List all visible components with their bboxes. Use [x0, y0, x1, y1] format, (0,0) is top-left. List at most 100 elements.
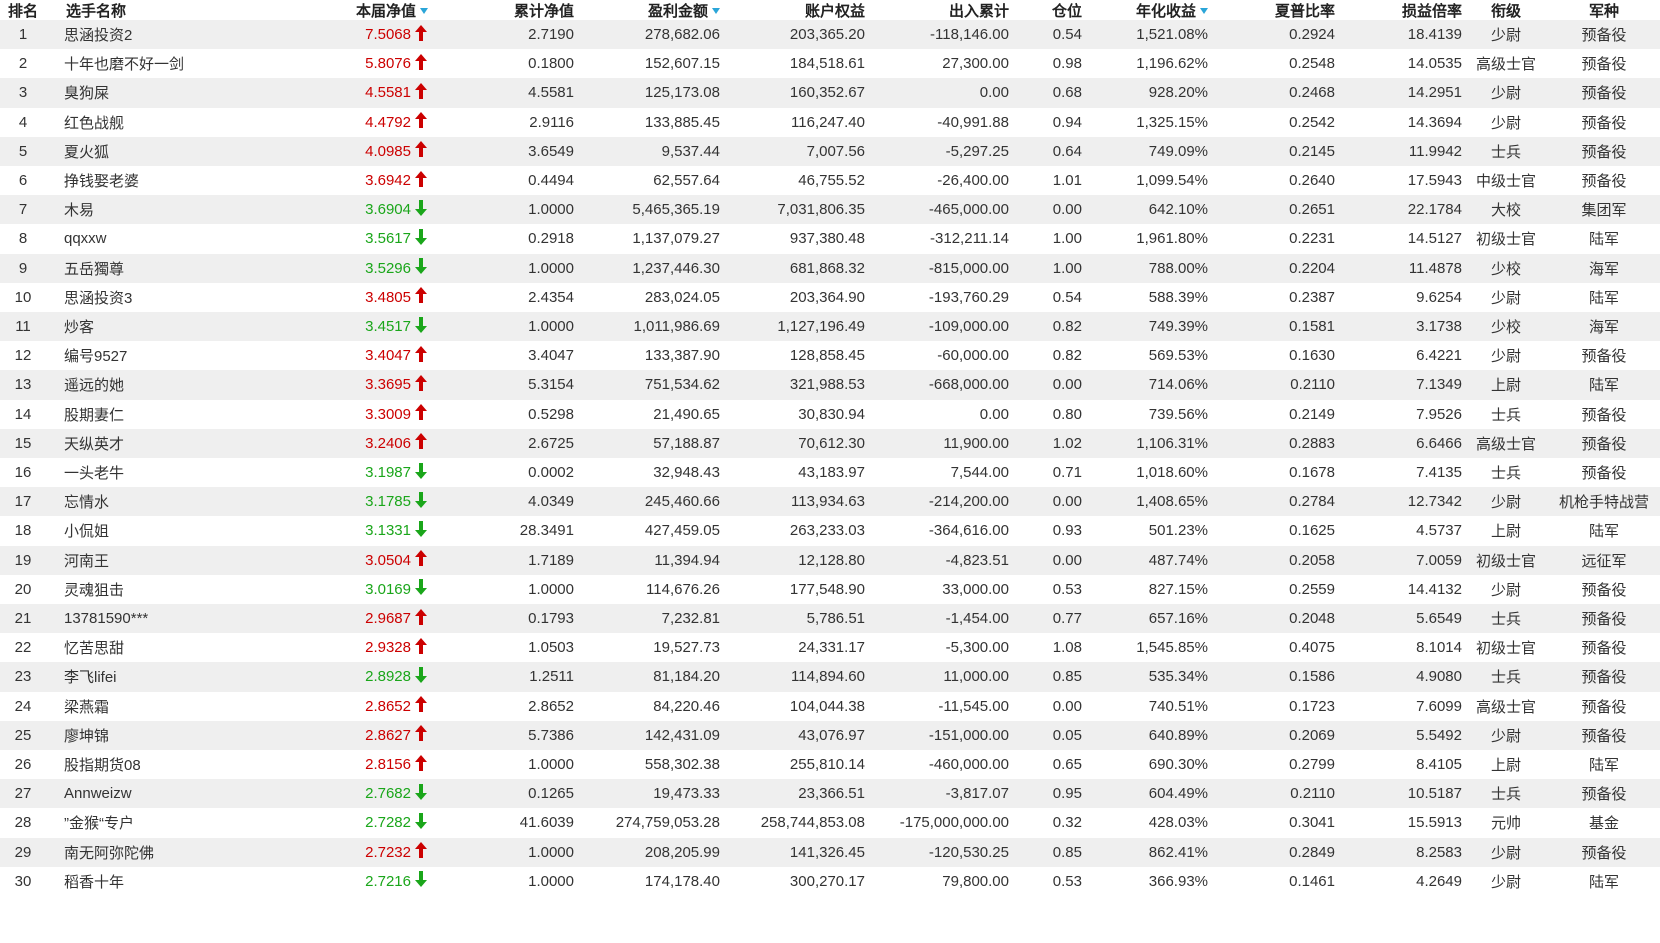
sharpe-ratio-text: 0.2058: [1289, 551, 1335, 569]
account-equity: 24,331.17: [730, 633, 865, 662]
green-down-arrow-icon: [415, 871, 427, 888]
pl-ratio: 7.6099: [1340, 692, 1462, 721]
sharpe-ratio: 0.4075: [1220, 633, 1335, 662]
table-row: 4 红色战舰 4.4792 2.9116 133,885.45 116,247.40 -40…: [0, 108, 1660, 137]
annual-return: 740.51%: [1100, 692, 1208, 721]
green-down-arrow-icon: [415, 316, 427, 333]
sharpe-ratio-text: 0.2651: [1289, 201, 1335, 219]
military-rank-text: 元帅: [1490, 815, 1521, 833]
pl-ratio-text: 5.5492: [1416, 726, 1462, 744]
rank-cell: 9: [0, 254, 46, 283]
pl-ratio: 11.4878: [1340, 254, 1462, 283]
player-name-text: 李飞lifei: [64, 669, 117, 687]
player-name-text: 13781590***: [64, 610, 149, 628]
account-equity-text: 203,365.20: [789, 26, 865, 44]
header-annual-sortable[interactable]: 年化收益: [1100, 0, 1208, 20]
pl-ratio: 4.2649: [1340, 867, 1462, 896]
flow-total-text: -40,991.88: [937, 113, 1009, 131]
cumulative-net-value: 1.0000: [470, 254, 574, 283]
net-value: 4.0985: [320, 137, 428, 166]
cumulative-net-value-text: 1.0000: [528, 259, 574, 277]
net-value: 3.4047: [320, 341, 428, 370]
annual-return-text: 928.20%: [1148, 84, 1208, 102]
service-branch: 陆军: [1548, 750, 1660, 779]
pl-ratio: 15.5913: [1340, 808, 1462, 837]
rank-cell: 29: [0, 838, 46, 867]
annual-return-text: 1,521.08%: [1136, 26, 1208, 44]
sort-desc-icon[interactable]: [712, 8, 720, 14]
flow-total-text: -214,200.00: [928, 493, 1009, 511]
position: 1.02: [1020, 429, 1082, 458]
net-value-text: 2.7216: [365, 872, 411, 890]
account-equity-text: 7,031,806.35: [777, 201, 865, 219]
header-net-value-sortable[interactable]: 本届净值: [320, 0, 428, 20]
player-name-text: 臭狗屎: [64, 85, 110, 103]
sort-desc-icon[interactable]: [420, 8, 428, 14]
cumulative-net-value: 41.6039: [470, 808, 574, 837]
service-branch-text: 预备役: [1581, 844, 1627, 862]
service-branch-text: 预备役: [1581, 611, 1627, 629]
account-equity-text: 321,988.53: [789, 376, 865, 394]
sharpe-ratio-text: 0.2110: [1290, 785, 1335, 803]
sharpe-ratio: 0.2559: [1220, 575, 1335, 604]
position: 0.00: [1020, 692, 1082, 721]
account-equity: 177,548.90: [730, 575, 865, 604]
annual-return-text: 862.41%: [1148, 843, 1208, 861]
annual-return: 1,325.15%: [1100, 108, 1208, 137]
sort-desc-icon[interactable]: [1200, 8, 1208, 14]
service-branch: 远征军: [1548, 546, 1660, 575]
service-branch: 预备役: [1548, 721, 1660, 750]
net-value-text: 2.9687: [365, 610, 411, 628]
header-profit-sortable[interactable]: 盈利金额: [590, 0, 720, 20]
table-row: 19 河南王 3.0504 1.7189 11,394.94 12,128.80 -4,82…: [0, 545, 1660, 575]
cumulative-net-value: 5.7386: [470, 721, 574, 750]
pl-ratio: 14.3694: [1340, 108, 1462, 137]
cumulative-net-value: 2.7190: [470, 20, 574, 49]
player-name: 思涵投资3: [64, 283, 284, 312]
position-text: 0.54: [1052, 288, 1082, 306]
rank-cell: 6: [0, 166, 46, 195]
flow-total: -1,454.00: [875, 604, 1009, 633]
sharpe-ratio-text: 0.1625: [1289, 522, 1335, 540]
account-equity-text: 113,934.63: [791, 493, 865, 511]
rank-cell-text: 21: [14, 610, 32, 628]
player-name-text: 挣钱娶老婆: [64, 173, 140, 191]
player-name: 挣钱娶老婆: [64, 166, 284, 195]
pl-ratio-text: 7.0059: [1416, 551, 1462, 569]
rank-cell-text: 28: [14, 814, 32, 832]
annual-return: 642.10%: [1100, 195, 1208, 224]
flow-total: -214,200.00: [875, 487, 1009, 516]
position: 0.77: [1020, 604, 1082, 633]
annual-return-text: 690.30%: [1148, 756, 1208, 774]
military-rank-text: 少尉: [1490, 27, 1521, 45]
pl-ratio-text: 8.4105: [1416, 756, 1462, 774]
rank-cell: 25: [0, 721, 46, 750]
flow-total-text: -312,211.14: [930, 230, 1009, 248]
cumulative-net-value: 1.0000: [470, 195, 574, 224]
account-equity-text: 46,755.52: [798, 172, 865, 190]
sharpe-ratio: 0.2651: [1220, 195, 1335, 224]
table-row: 29 南无阿弥陀佛 2.7232 1.0000 208,205.99 141,326.45…: [0, 837, 1660, 867]
flow-total: -5,300.00: [875, 633, 1009, 662]
cumulative-net-value-text: 1.0000: [528, 580, 574, 598]
annual-return: 366.93%: [1100, 867, 1208, 896]
player-name: 十年也磨不好一剑: [64, 49, 284, 78]
sharpe-ratio-text: 0.2110: [1290, 376, 1335, 394]
position-text: 0.85: [1052, 843, 1082, 861]
military-rank-text: 少尉: [1490, 727, 1521, 745]
cumulative-net-value: 3.4047: [470, 341, 574, 370]
cumulative-net-value: 0.4494: [470, 166, 574, 195]
service-branch: 预备役: [1548, 166, 1660, 195]
position-text: 0.00: [1052, 551, 1082, 569]
flow-total-text: -11,545.00: [938, 697, 1009, 715]
flow-total-text: -175,000,000.00: [899, 814, 1009, 832]
flow-total-text: 11,000.00: [943, 668, 1009, 686]
account-equity: 300,270.17: [730, 867, 865, 896]
service-branch-text: 预备役: [1581, 56, 1627, 74]
annual-return: 749.09%: [1100, 137, 1208, 166]
account-equity: 184,518.61: [730, 49, 865, 78]
rank-cell: 22: [0, 633, 46, 662]
flow-total-text: -5,300.00: [945, 639, 1009, 657]
cumulative-net-value: 0.5298: [470, 400, 574, 429]
sharpe-ratio: 0.2924: [1220, 20, 1335, 49]
